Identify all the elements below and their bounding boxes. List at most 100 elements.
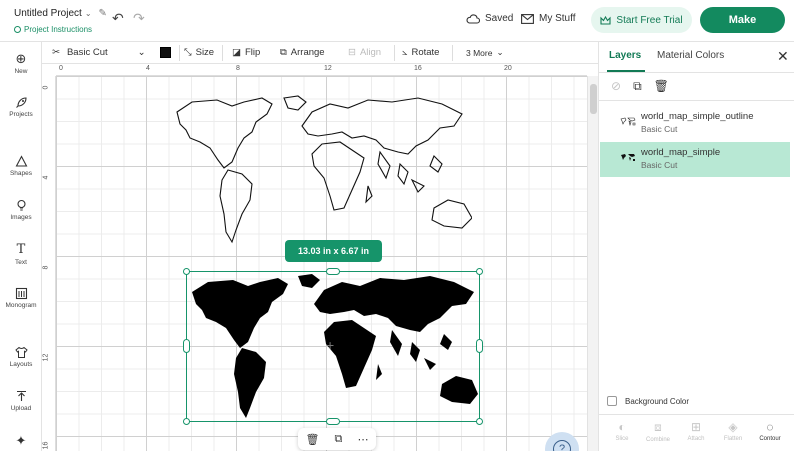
crosshair-icon: + <box>326 337 335 353</box>
contour-button[interactable]: ◌ Contour <box>751 420 789 442</box>
sidebar-item-projects[interactable]: Projects <box>0 96 42 118</box>
toolbar-divider <box>179 45 180 61</box>
vertical-scrollbar[interactable] <box>587 76 598 451</box>
contour-icon: ◌ <box>766 420 774 434</box>
layer-row[interactable]: world_map_simple_outline Basic Cut <box>600 106 790 141</box>
sidebar-item-monogram[interactable]: Monogram <box>0 287 42 309</box>
ruler-tick-label: 4 <box>42 175 50 180</box>
delete-handle[interactable] <box>183 418 190 425</box>
rotate-icon: ⦣ <box>402 47 408 58</box>
chevron-down-icon[interactable]: ⌄ <box>85 9 92 18</box>
start-free-trial-button[interactable]: Start Free Trial <box>591 7 692 33</box>
hide-icon[interactable]: ⊘ <box>611 79 621 94</box>
slice-icon: ◐ <box>618 420 626 434</box>
more-tools-button[interactable]: 3 More ⌄ <box>466 47 504 58</box>
trash-icon[interactable]: 🗑 <box>306 433 320 446</box>
world-filled-thumbnail <box>621 154 635 161</box>
shapes-icon <box>15 155 27 167</box>
upload-icon <box>16 390 26 401</box>
ruler-tick-label: 12 <box>324 65 332 72</box>
layers-panel: Layers Material Colors ✕ ⊘ ⧉ 🗑 world_map… <box>598 42 794 451</box>
layer-row-selected[interactable]: world_map_simple Basic Cut <box>600 142 790 177</box>
sidebar-item-text[interactable]: T Text <box>0 243 42 267</box>
sidebar-item-images[interactable]: Images <box>0 199 42 221</box>
more-label: 3 More <box>466 47 493 58</box>
flip-icon: ◪ <box>232 47 241 58</box>
project-instructions-label: Project Instructions <box>24 25 93 34</box>
sidebar-item-label: Projects <box>9 111 33 118</box>
operation-label: Basic Cut <box>66 47 108 58</box>
toolbar-divider <box>452 45 453 61</box>
toolbar-divider <box>222 45 223 61</box>
resize-icon: ⤡ <box>184 47 192 58</box>
project-title[interactable]: Untitled Project ⌄ ✎ <box>14 8 107 19</box>
resize-handle-top[interactable] <box>326 268 340 275</box>
align-button[interactable]: ⊟ Align <box>348 47 381 58</box>
question-icon: ? <box>553 440 571 451</box>
saved-status: Saved <box>466 13 513 24</box>
ruler-tick-label: 0 <box>59 65 63 72</box>
tab-layers[interactable]: Layers <box>609 50 641 61</box>
design-canvas[interactable]: 0 4 8 12 16 20 0 4 8 12 16 13.03 in x 6.… <box>42 64 598 451</box>
flip-button[interactable]: ◪ Flip <box>232 47 260 58</box>
ruler-tick-label: 16 <box>42 441 50 450</box>
rotate-button[interactable]: ⦣ Rotate <box>402 47 439 58</box>
sidebar-item-more[interactable]: ✦ <box>0 434 42 448</box>
world-outline-thumbnail <box>620 117 636 126</box>
tabs-divider <box>599 72 794 73</box>
sidebar-item-shapes[interactable]: Shapes <box>0 155 42 177</box>
make-button[interactable]: Make <box>700 7 785 33</box>
more-options-icon[interactable]: ⋯ <box>357 433 368 446</box>
monogram-icon <box>15 287 27 300</box>
combine-icon: ⧈ <box>654 420 662 434</box>
ruler-tick-label: 8 <box>42 265 50 270</box>
ruler-tick-label: 20 <box>504 65 512 72</box>
duplicate-icon[interactable]: ⧉ <box>633 79 642 94</box>
resize-handle-bottom[interactable] <box>326 418 340 425</box>
scroll-thumb[interactable] <box>590 84 597 114</box>
color-swatch[interactable] <box>160 47 171 58</box>
saved-label: Saved <box>485 13 514 24</box>
sidebar-item-label: Text <box>15 259 27 266</box>
plus-circle-icon: ⊕ <box>15 51 27 66</box>
tab-material-colors[interactable]: Material Colors <box>657 50 724 61</box>
sidebar-item-upload[interactable]: Upload <box>0 390 42 412</box>
scale-handle[interactable] <box>476 418 483 425</box>
size-button[interactable]: ⤡ Size <box>184 47 214 58</box>
rotate-handle[interactable] <box>476 268 483 275</box>
background-color-label: Background Color <box>625 396 690 406</box>
close-icon[interactable]: ✕ <box>777 48 789 65</box>
top-bar: Untitled Project ⌄ ✎ Project Instruction… <box>0 0 794 42</box>
pencil-icon[interactable]: ✎ <box>99 8 107 19</box>
project-title-text: Untitled Project <box>14 8 82 19</box>
rotate-label: Rotate <box>411 47 440 58</box>
world-map-outline[interactable] <box>172 92 472 244</box>
background-color-toggle[interactable]: Background Color <box>607 396 689 406</box>
attach-button[interactable]: ⊞ Attach <box>677 420 715 442</box>
undo-icon[interactable]: ↶ <box>112 10 124 27</box>
attach-label: Attach <box>687 436 705 442</box>
flatten-button[interactable]: ◈ Flatten <box>714 420 752 442</box>
free-trial-label: Start Free Trial <box>616 14 683 26</box>
my-stuff-link[interactable]: My Stuff <box>521 13 576 24</box>
sidebar-item-new[interactable]: ⊕ New <box>0 51 42 76</box>
project-instructions-link[interactable]: Project Instructions <box>14 25 92 34</box>
arrange-label: Arrange <box>290 47 325 58</box>
align-icon: ⊟ <box>348 47 356 58</box>
duplicate-icon[interactable]: ⧉ <box>335 433 343 446</box>
resize-handle-left[interactable] <box>183 339 190 353</box>
redo-icon[interactable]: ↷ <box>133 10 145 27</box>
slice-button[interactable]: ◐ Slice <box>603 420 641 442</box>
arrange-button[interactable]: ⧉ Arrange <box>280 47 325 58</box>
sidebar-item-layouts[interactable]: Layouts <box>0 346 42 368</box>
resize-handle-top-left[interactable] <box>183 268 190 275</box>
background-color-checkbox[interactable] <box>607 396 617 406</box>
resize-handle-right[interactable] <box>476 339 483 353</box>
layer-name: world_map_simple <box>641 147 721 158</box>
operation-select[interactable]: ✂ Basic Cut ⌄ <box>52 47 146 58</box>
layers-divider <box>599 100 794 101</box>
trash-icon[interactable]: 🗑 <box>654 79 669 94</box>
sidebar-item-label: Layouts <box>9 361 33 368</box>
combine-button[interactable]: ⧈ Combine <box>639 420 677 443</box>
flip-label: Flip <box>244 47 261 58</box>
